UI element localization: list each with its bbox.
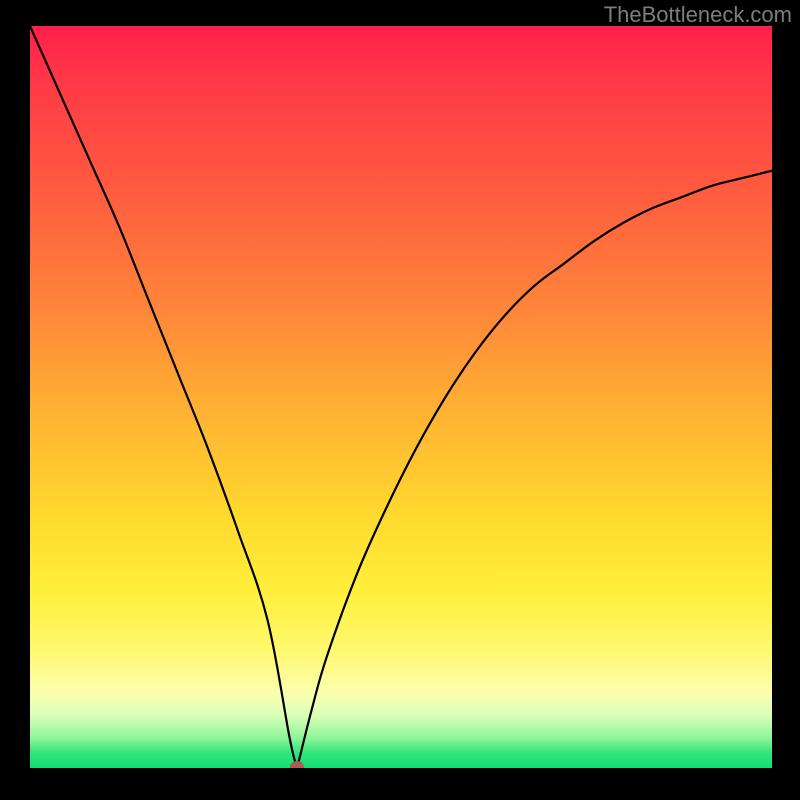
watermark-text: TheBottleneck.com — [604, 2, 792, 28]
plot-area — [30, 26, 772, 768]
minimum-marker — [290, 761, 304, 768]
chart-frame: TheBottleneck.com — [0, 0, 800, 800]
bottleneck-curve — [30, 26, 772, 768]
curve-svg — [30, 26, 772, 768]
